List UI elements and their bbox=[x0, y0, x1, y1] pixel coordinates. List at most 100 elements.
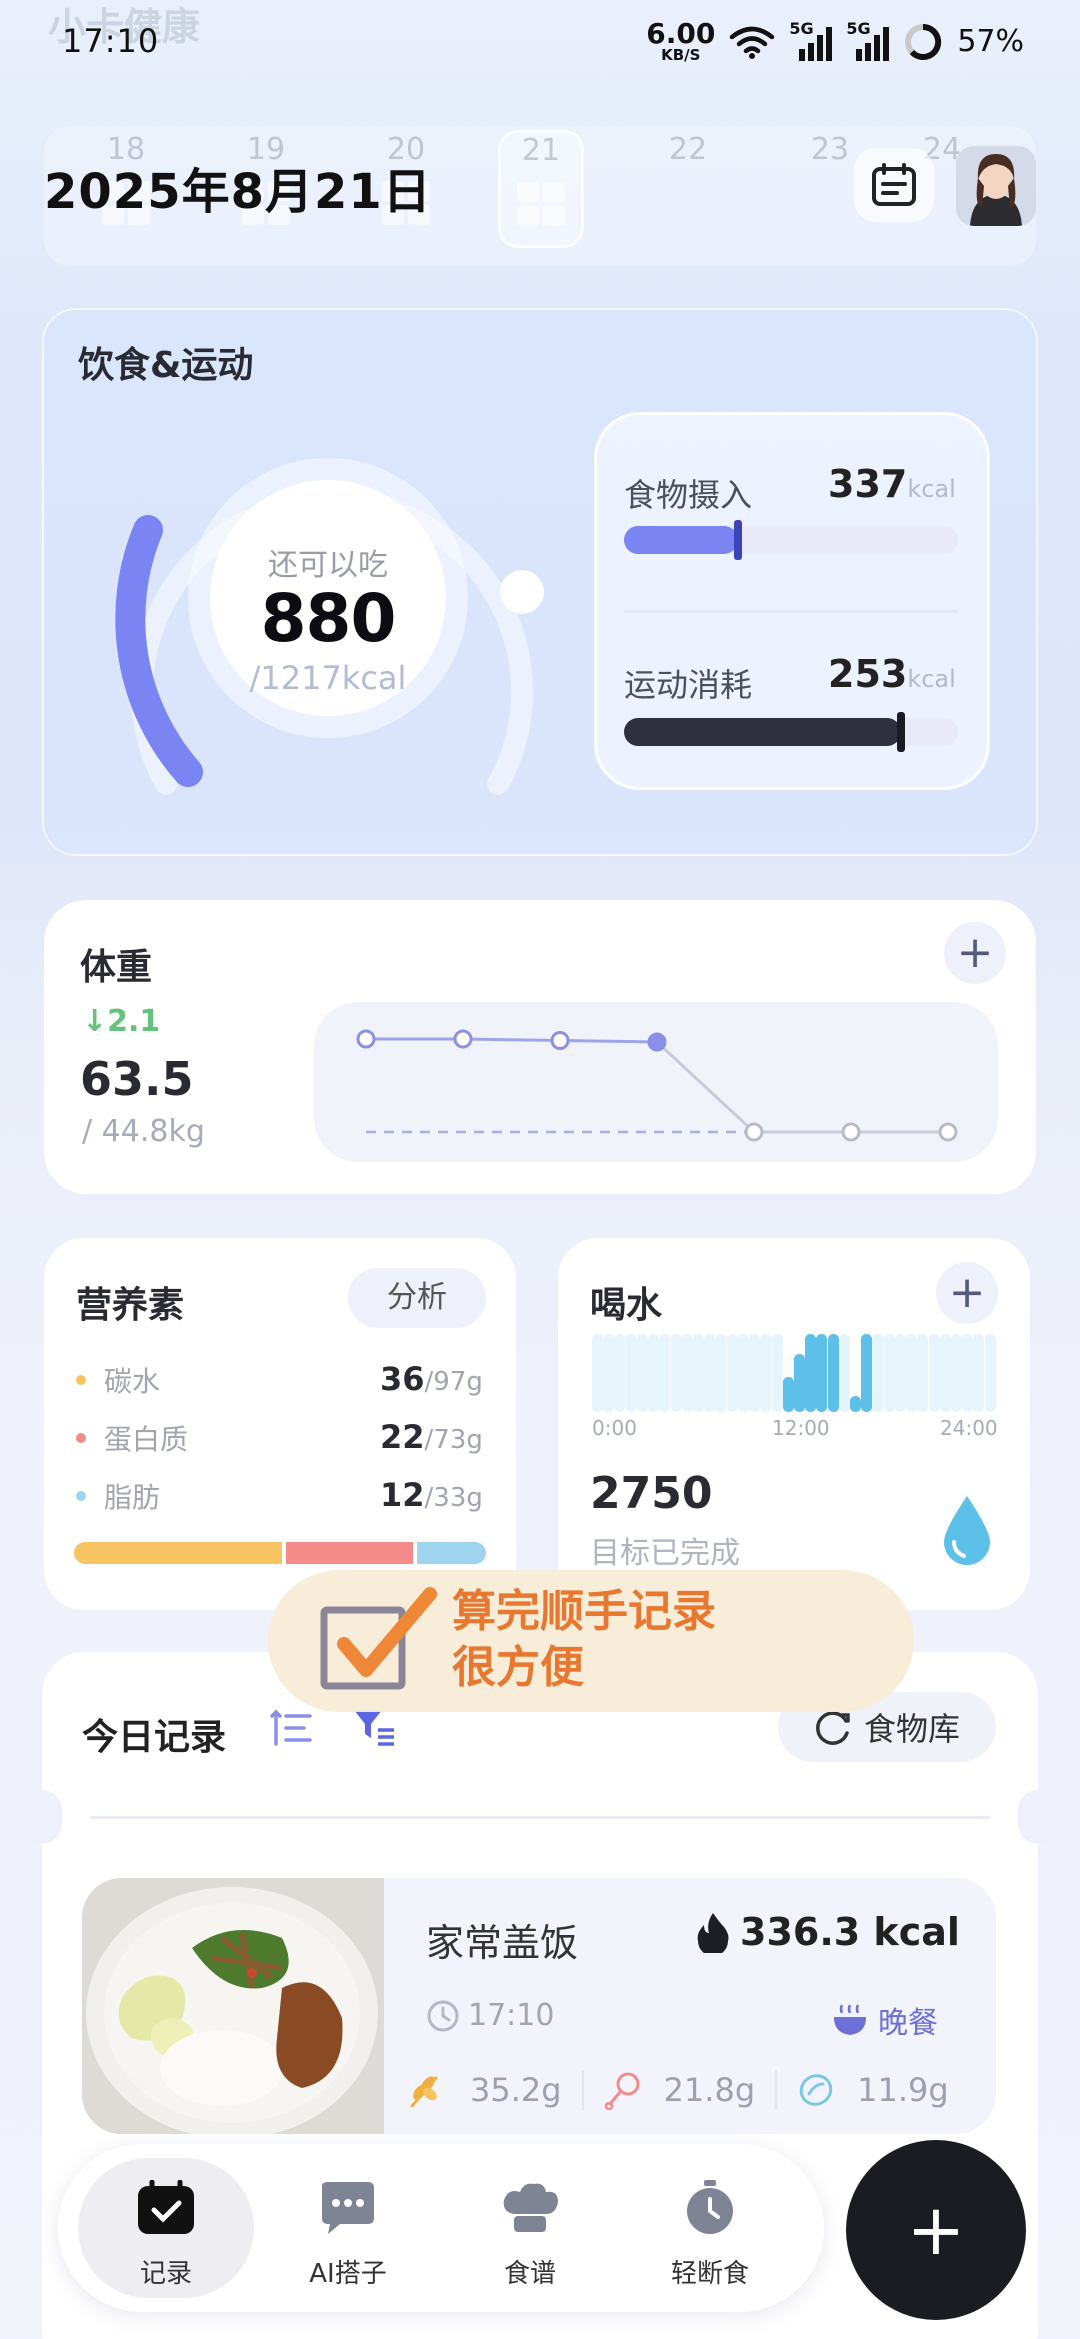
nutrient-protein: 蛋白质 bbox=[76, 1418, 188, 1458]
signal-icon-1: 5G bbox=[789, 19, 833, 61]
plus-icon: + bbox=[948, 1267, 986, 1318]
water-title: 喝水 bbox=[590, 1285, 663, 1326]
net-speed: 6.00 KB/S bbox=[646, 17, 716, 64]
water-bar bbox=[625, 1334, 637, 1412]
water-bar bbox=[962, 1334, 974, 1412]
meal-calories: 336.3 kcal bbox=[694, 1910, 960, 1954]
nav-record[interactable]: 记录 bbox=[78, 2158, 254, 2298]
nav-ai-buddy[interactable]: AI搭子 bbox=[260, 2158, 436, 2298]
macro-bar-fat bbox=[416, 1542, 486, 1564]
stats-divider bbox=[624, 610, 958, 613]
macro-ratio-bar bbox=[74, 1542, 486, 1564]
weight-target: / 44.8kg bbox=[82, 1114, 205, 1149]
water-bar bbox=[984, 1334, 996, 1412]
battery-level: 57% bbox=[957, 24, 1024, 59]
filter-icon[interactable] bbox=[352, 1706, 396, 1748]
calendar-icon bbox=[872, 163, 916, 206]
water-bar bbox=[749, 1334, 761, 1412]
weight-point bbox=[647, 1032, 667, 1052]
meal-macros: 35.2g 21.8g 11.9g bbox=[406, 2070, 949, 2110]
water-axis-end: 24:00 bbox=[940, 1416, 998, 1440]
wifi-icon bbox=[730, 26, 775, 59]
page-date[interactable]: 2025年8月21日 bbox=[44, 152, 432, 222]
checkbox-icon bbox=[320, 1587, 437, 1690]
remain-calorie-circle[interactable]: 还可以吃 880 /1217kcal bbox=[210, 480, 446, 716]
weight-trend-chart[interactable] bbox=[314, 1002, 998, 1162]
water-bar bbox=[692, 1334, 704, 1412]
water-axis-mid: 12:00 bbox=[772, 1416, 830, 1440]
nutrient-fat: 脂肪 bbox=[76, 1476, 160, 1516]
water-bar bbox=[939, 1334, 951, 1412]
weight-title: 体重 bbox=[80, 947, 153, 988]
plus-icon: + bbox=[956, 927, 994, 978]
water-bar bbox=[805, 1334, 817, 1412]
water-bar bbox=[603, 1334, 615, 1412]
analyze-button[interactable]: 分析 bbox=[348, 1268, 486, 1328]
macro-bar-protein bbox=[285, 1542, 413, 1564]
calendar-button[interactable] bbox=[854, 148, 934, 222]
water-bar bbox=[906, 1334, 918, 1412]
nav-recipes[interactable]: 食谱 bbox=[442, 2158, 618, 2298]
water-bar bbox=[614, 1334, 626, 1412]
nutrient-carb: 碳水 bbox=[76, 1360, 160, 1400]
week-day-21[interactable]: 21 bbox=[498, 130, 584, 248]
water-bar bbox=[793, 1353, 805, 1412]
food-intake-value: 337kcal bbox=[828, 462, 956, 506]
wheat-icon bbox=[410, 2076, 438, 2108]
water-bar bbox=[648, 1334, 660, 1412]
water-bar bbox=[670, 1334, 682, 1412]
water-bar bbox=[726, 1334, 738, 1412]
water-bar bbox=[659, 1334, 671, 1412]
sort-icon[interactable] bbox=[270, 1708, 312, 1748]
weight-point bbox=[550, 1031, 570, 1050]
weight-trend-segment bbox=[462, 1037, 561, 1042]
stopwatch-icon bbox=[687, 2180, 733, 2234]
water-bar bbox=[681, 1334, 693, 1412]
exercise-bar bbox=[624, 712, 958, 752]
meal-fat: 11.9g bbox=[857, 2071, 949, 2109]
add-water-button[interactable]: + bbox=[936, 1262, 998, 1324]
water-bar bbox=[737, 1334, 749, 1412]
user-avatar[interactable] bbox=[956, 146, 1036, 226]
battery-ring-icon bbox=[905, 23, 942, 60]
water-bar bbox=[760, 1334, 772, 1412]
food-search-icon bbox=[816, 1711, 850, 1745]
bowl-icon bbox=[834, 2004, 866, 2035]
water-axis-start: 0:00 bbox=[592, 1416, 637, 1440]
water-bar bbox=[816, 1334, 828, 1412]
water-bar bbox=[838, 1334, 850, 1412]
plus-icon: + bbox=[906, 2189, 966, 2271]
arrow-down-icon: ↓ bbox=[82, 1004, 108, 1039]
weight-trend-segment bbox=[655, 1040, 756, 1134]
drumstick-icon bbox=[604, 2072, 640, 2110]
weight-point bbox=[841, 1122, 861, 1142]
exercise-value: 253kcal bbox=[828, 652, 956, 696]
water-bar bbox=[704, 1334, 716, 1412]
week-day-22[interactable]: 22 bbox=[628, 132, 748, 167]
exercise-label: 运动消耗 bbox=[624, 666, 753, 704]
water-bar bbox=[827, 1334, 839, 1412]
meal-photo bbox=[82, 1878, 384, 2134]
add-record-fab[interactable]: + bbox=[846, 2140, 1026, 2320]
meal-name: 家常盖饭 bbox=[426, 1921, 579, 1965]
chat-bubble-icon bbox=[322, 2182, 374, 2234]
diet-card-title: 饮食&运动 bbox=[78, 345, 254, 386]
nutrient-protein-value: 22/73g bbox=[380, 1418, 483, 1456]
water-drop-icon bbox=[944, 1496, 990, 1565]
water-intake-chart bbox=[592, 1334, 996, 1412]
water-bar bbox=[715, 1334, 727, 1412]
nav-fasting[interactable]: 轻断食 bbox=[622, 2158, 798, 2298]
clock-icon bbox=[427, 2000, 459, 2031]
water-bar bbox=[771, 1334, 783, 1412]
nutrients-title: 营养素 bbox=[76, 1285, 185, 1326]
meal-time: 17:10 bbox=[426, 1998, 554, 2033]
records-title: 今日记录 bbox=[82, 1717, 227, 1758]
water-bar bbox=[928, 1334, 940, 1412]
add-weight-button[interactable]: + bbox=[944, 922, 1006, 984]
food-intake-label: 食物摄入 bbox=[624, 476, 753, 514]
nutrient-carb-value: 36/97g bbox=[380, 1360, 483, 1398]
card-notch-right bbox=[1018, 1790, 1058, 1844]
water-bar bbox=[883, 1334, 895, 1412]
card-notch-left bbox=[22, 1790, 62, 1844]
weight-trend-segment bbox=[559, 1039, 658, 1044]
